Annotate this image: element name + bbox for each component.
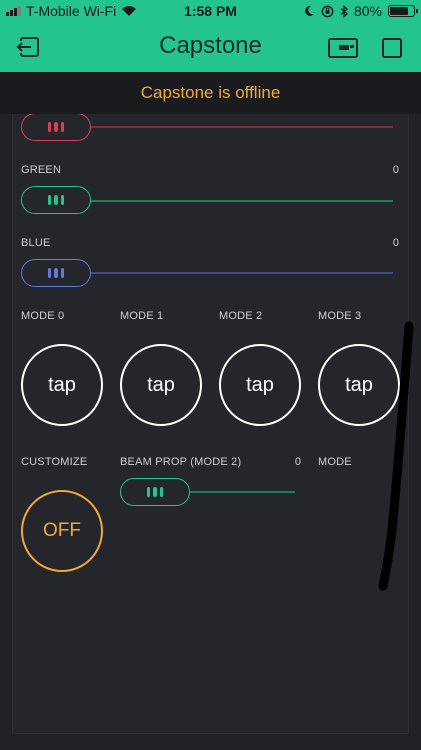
drawn-stroke-annotation	[378, 321, 414, 591]
